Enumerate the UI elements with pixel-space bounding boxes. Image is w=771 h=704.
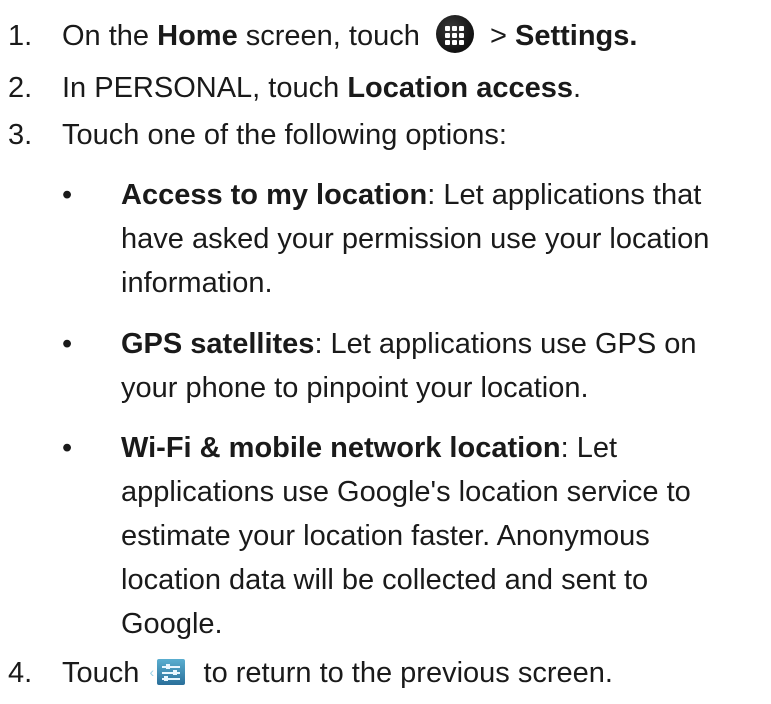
step-number: 4.	[8, 657, 33, 689]
bullet-point: •	[62, 328, 73, 360]
step-bold-term: Location access	[347, 72, 573, 104]
option-title: Wi-Fi & mobile network location	[121, 432, 561, 464]
step-text: On the Home screen, touch > Settings.	[62, 15, 638, 55]
step-number: 1.	[8, 20, 33, 52]
step-text: In PERSONAL, touch Location access.	[62, 69, 581, 107]
option-text-line: your phone to pinpoint your location.	[121, 372, 589, 404]
option-gps-satellites: • GPS satellites: Let applications use G…	[0, 322, 771, 410]
option-text-line: : Let	[560, 432, 618, 464]
step-text-segment: .	[572, 72, 582, 104]
option-text-line: estimate your location faster. Anonymous	[121, 520, 650, 552]
option-text-line: applications use Google's location servi…	[121, 476, 691, 508]
option-title: GPS satellites	[121, 328, 315, 360]
step-text-segment: In PERSONAL, touch	[62, 72, 348, 104]
apps-launcher-icon	[435, 15, 474, 54]
step-text: Touch ‹ to return to the previous screen…	[62, 654, 613, 692]
option-text-line: Google.	[121, 608, 223, 640]
step-text: Touch one of the following options:	[62, 119, 507, 151]
option-text-line: location data will be collected and sent…	[121, 564, 649, 596]
option-access-to-my-location: • Access to my location: Let application…	[0, 173, 771, 305]
option-text-line: : Let applications use GPS on	[314, 328, 697, 360]
bullet-point: •	[62, 179, 73, 211]
step-text-segment: screen, touch	[237, 20, 428, 52]
step-text-segment: Touch	[62, 657, 148, 689]
option-text-line: have asked your permission use your loca…	[121, 223, 710, 255]
step-number: 3.	[8, 119, 33, 151]
step-bold-term: Home	[157, 20, 238, 52]
option-text-line: : Let applications that	[427, 179, 702, 211]
instructions-document: 1. On the Home screen, touch > Settings.…	[0, 0, 771, 704]
option-description: Wi-Fi & mobile network location: Let app…	[121, 426, 766, 646]
step-text-segment: >	[481, 20, 515, 52]
bullet-point: •	[62, 432, 73, 464]
option-wifi-mobile-network-location: • Wi-Fi & mobile network location: Let a…	[0, 426, 771, 646]
step-text-segment: On the	[62, 20, 158, 52]
step-bold-term: Settings.	[514, 20, 638, 52]
option-text-line: information.	[121, 267, 273, 299]
back-settings-icon: ‹	[149, 657, 187, 687]
option-description: GPS satellites: Let applications use GPS…	[121, 322, 766, 410]
step-number: 2.	[8, 72, 33, 104]
option-description: Access to my location: Let applications …	[121, 173, 766, 305]
step-text-segment: to return to the previous screen.	[195, 657, 613, 689]
option-title: Access to my location	[121, 179, 428, 211]
